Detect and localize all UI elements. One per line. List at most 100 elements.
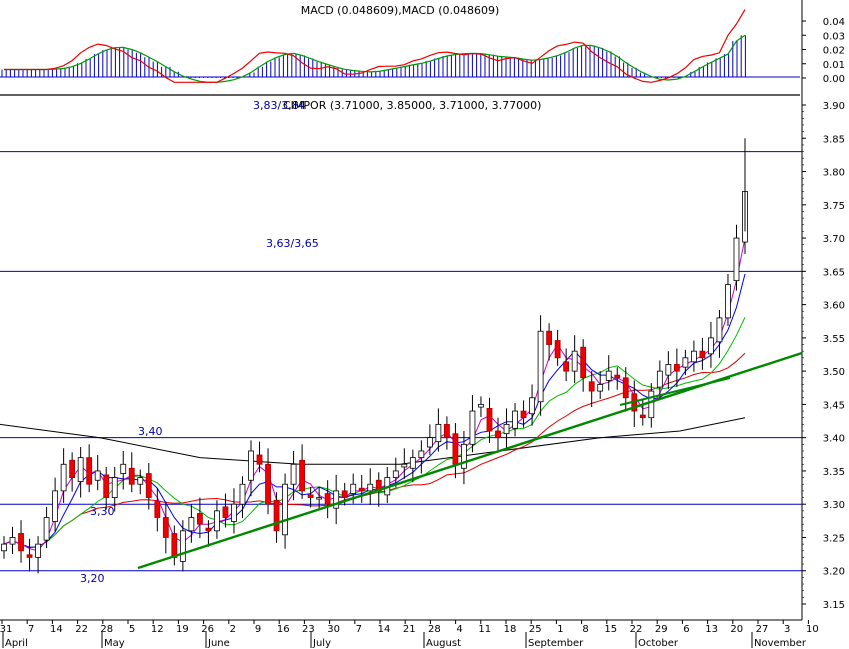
x-month-label: May — [104, 638, 125, 649]
candle-body — [673, 364, 680, 372]
x-day-label: 31 — [0, 624, 12, 635]
candle-body — [43, 517, 50, 541]
x-month-label: July — [312, 638, 331, 649]
candle-body — [520, 410, 527, 419]
candle-body — [273, 499, 280, 532]
candle-body — [205, 527, 212, 532]
x-month-label: September — [528, 638, 584, 649]
candle-body — [409, 457, 416, 469]
price-tick-label: 3.20 — [823, 567, 845, 578]
x-day-label: 8 — [582, 624, 588, 635]
candle-body — [179, 530, 186, 562]
candle-body — [103, 474, 110, 498]
price-y-axis: 3.90 3.85 3.80 3.75 3.70 3.65 3.60 3.55 3.50 3.45… — [802, 101, 845, 611]
macd-panel: MACD (0.048609),MACD (0.048609) — [0, 4, 800, 83]
candle-body — [461, 443, 467, 469]
candle-body — [256, 454, 263, 465]
candle-body — [571, 350, 578, 372]
macd-tick-label: 0.02 — [823, 46, 845, 57]
candle-body — [495, 430, 501, 439]
x-day-label: 30 — [327, 624, 340, 635]
candle-body — [690, 350, 697, 363]
candle-body — [350, 483, 357, 494]
candle-body — [86, 457, 93, 485]
candle-body — [418, 450, 425, 459]
x-day-label: 29 — [655, 624, 668, 635]
candle-body — [60, 463, 67, 492]
price-tick-label: 3.15 — [823, 600, 845, 611]
x-month-label: June — [207, 638, 230, 649]
x-day-label: 19 — [176, 624, 189, 635]
candle-body — [367, 483, 374, 492]
x-day-label: 14 — [378, 624, 391, 635]
candle-body — [401, 463, 408, 468]
x-day-label: 13 — [705, 624, 718, 635]
candle-body — [282, 483, 288, 536]
candle-body — [26, 554, 33, 558]
trendline-upper — [619, 377, 731, 406]
macd-tick-label: 0.00 — [823, 74, 845, 85]
candle-body — [290, 463, 297, 485]
x-day-label: 12 — [151, 624, 164, 635]
price-title: CIMPOR (3.71000, 3.85000, 3.71000, 3.770… — [283, 99, 541, 112]
candle-body — [196, 513, 203, 525]
candle-body — [716, 317, 723, 343]
price-tick-label: 3.30 — [823, 500, 845, 511]
candle-body — [605, 370, 612, 381]
x-day-label: 5 — [129, 624, 135, 635]
candle-body — [639, 414, 646, 419]
candle-body — [358, 487, 365, 492]
x-day-label: 3 — [784, 624, 790, 635]
candle-body — [171, 533, 178, 558]
candle-body — [94, 470, 101, 481]
candle-body — [699, 350, 706, 359]
x-day-label: 15 — [604, 624, 617, 635]
x-month-label: November — [754, 638, 807, 649]
macd-tick-label: 0.01 — [823, 60, 845, 71]
candle-body — [35, 543, 41, 558]
candle-body — [154, 501, 161, 518]
x-day-label: 14 — [50, 624, 63, 635]
candle-body — [392, 470, 399, 478]
macd-y-axis: 0.04 0.03 0.02 0.01 0.00 — [802, 17, 845, 85]
candle-body — [443, 423, 450, 439]
candle-body — [77, 457, 84, 482]
candle-body — [69, 459, 76, 478]
x-day-label: 6 — [683, 624, 689, 635]
candle-body — [162, 517, 169, 538]
x-month-label: August — [426, 638, 461, 649]
price-tick-label: 3.50 — [823, 367, 845, 378]
candle-body — [120, 463, 127, 474]
price-panel: 3,83/3,84 CIMPOR (3.71000, 3.85000, 3.71… — [0, 99, 803, 585]
price-tick-label: 3.25 — [823, 533, 845, 544]
candle-body — [188, 517, 195, 532]
candle-body — [18, 533, 24, 552]
candle-body — [128, 467, 135, 485]
candle-body — [665, 364, 672, 376]
candle-body — [537, 330, 544, 403]
macd-tick-label: 0.04 — [823, 17, 845, 28]
x-day-label: 7 — [28, 624, 34, 635]
candle-body — [137, 477, 144, 485]
support-label-320: 3,20 — [80, 572, 105, 585]
candle-body — [307, 494, 314, 498]
candle-body — [426, 437, 433, 448]
candle-body — [682, 357, 689, 368]
candle-body — [725, 284, 731, 319]
x-day-label: 11 — [478, 624, 491, 635]
price-tick-label: 3.60 — [823, 301, 845, 312]
candle-body — [588, 381, 595, 392]
x-day-label: 2 — [230, 624, 236, 635]
candle-body — [563, 361, 570, 372]
support-label-340: 3,40 — [138, 425, 163, 438]
horizontal-levels — [0, 151, 802, 572]
stock-chart: MACD (0.048609),MACD (0.048609) 0.04 0.03… — [0, 0, 845, 649]
candle-body — [222, 506, 229, 518]
x-day-label: 23 — [302, 624, 315, 635]
candle-body — [554, 340, 561, 359]
price-tick-label: 3.40 — [823, 434, 845, 445]
x-day-label: 18 — [504, 624, 517, 635]
candle-body — [299, 459, 306, 492]
candle-body — [529, 397, 535, 415]
price-tick-label: 3.35 — [823, 467, 845, 478]
